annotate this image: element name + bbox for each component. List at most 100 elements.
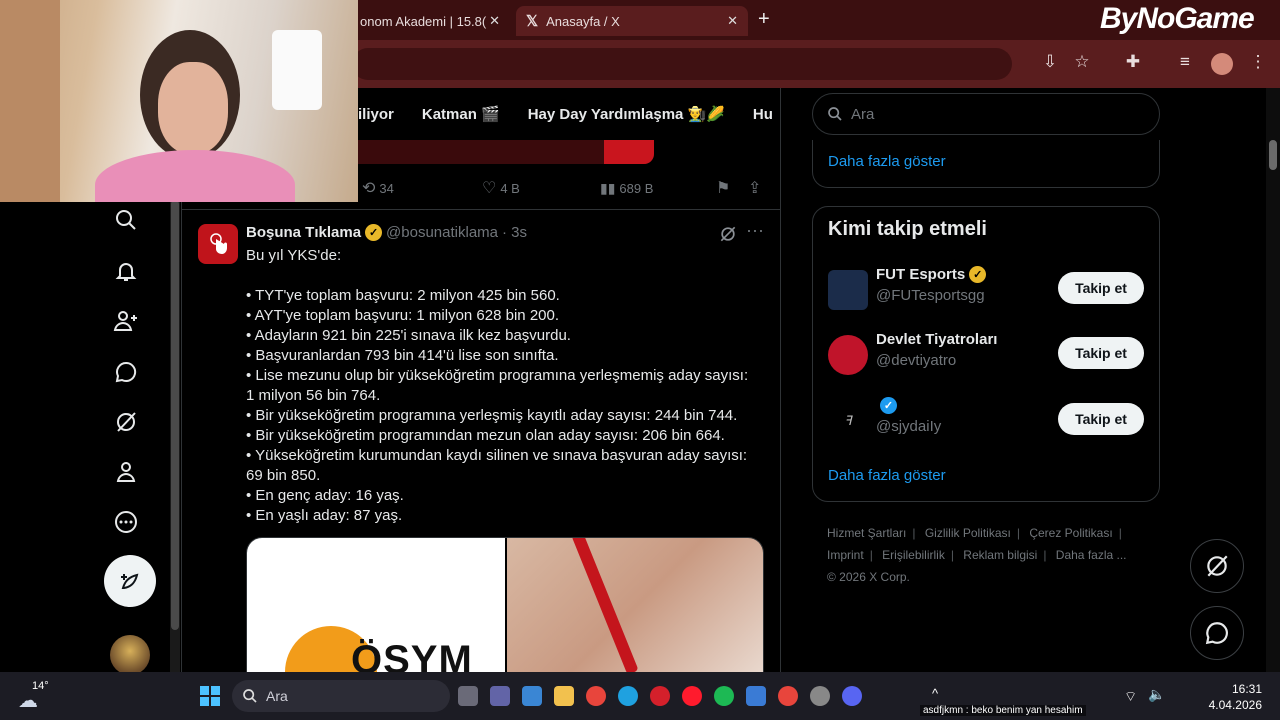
system-clock[interactable]: 16:31 4.04.2026: [1206, 681, 1262, 713]
bookmark-star-icon[interactable]: ☆: [1070, 52, 1094, 72]
more-options-icon[interactable]: [110, 506, 142, 538]
tweet-time[interactable]: · 3s: [502, 224, 527, 241]
extensions-icon[interactable]: ✚: [1121, 52, 1145, 72]
profile-avatar[interactable]: [1211, 53, 1233, 75]
suggestion-name: FUT Esports ✓: [876, 266, 987, 283]
app-icon[interactable]: [810, 686, 830, 706]
follow-people-icon[interactable]: [110, 305, 142, 337]
close-icon[interactable]: ✕: [489, 13, 500, 29]
media-player-icon[interactable]: [650, 686, 670, 706]
views-icon: ▮▮: [600, 179, 616, 196]
follow-button[interactable]: Takip et: [1058, 272, 1144, 304]
feed-scroll-thumb[interactable]: [171, 200, 179, 630]
footer-link[interactable]: Imprint: [827, 548, 864, 562]
trends-show-more-link[interactable]: Daha fazla göster: [828, 153, 946, 170]
devlet-tiyatrolari-avatar: [828, 335, 868, 375]
grok-fab-button[interactable]: [1190, 539, 1244, 593]
clock-date: 4.04.2026: [1208, 698, 1262, 712]
chrome-icon[interactable]: [586, 686, 606, 706]
weather-widget[interactable]: 14° ☁: [18, 680, 49, 711]
footer-link[interactable]: Reklam bilgisi: [963, 548, 1037, 562]
grok-explain-icon[interactable]: [718, 224, 738, 244]
teams-icon[interactable]: [490, 686, 510, 706]
page-scroll-thumb[interactable]: [1269, 140, 1277, 170]
follow-suggestion-fut[interactable]: FUT Esports ✓ @FUTesportsgg Takip et: [828, 266, 1146, 316]
media-control-icon[interactable]: ≡: [1173, 52, 1197, 72]
menu-kebab-icon[interactable]: ⋮: [1246, 52, 1270, 72]
taskbar-search[interactable]: Ara: [232, 680, 450, 712]
follow-suggestion-devlet[interactable]: Devlet Tiyatroları @devtiyatro Takip et: [828, 331, 1146, 381]
tab-akademi[interactable]: onom Akademi | 15.8( ✕: [350, 6, 510, 36]
osym-logo-image[interactable]: ÖSYM: [247, 538, 505, 677]
compose-feather-icon: [121, 573, 139, 589]
app-icon[interactable]: [746, 686, 766, 706]
messages-bubble-icon[interactable]: [110, 356, 142, 388]
follow-button[interactable]: Takip et: [1058, 337, 1144, 369]
explore-search-icon[interactable]: [110, 204, 142, 236]
chrome-active-icon[interactable]: [778, 686, 798, 706]
tab-katman[interactable]: Katman 🎬: [422, 105, 500, 123]
copyright: © 2026 X Corp.: [827, 570, 910, 584]
post-button[interactable]: [104, 555, 156, 607]
follow-suggestion-sjydaily[interactable]: ꟻ ✓ @sjydaiIy Takip et: [828, 397, 1146, 447]
tweet-line: • Lise mezunu olup bir yükseköğretim pro…: [246, 367, 749, 384]
exam-photo-image[interactable]: [507, 538, 763, 677]
tweet-header: Boşuna Tıklama ✓ @bosunatiklama · 3s: [246, 224, 527, 241]
file-explorer-icon[interactable]: [554, 686, 574, 706]
retweet-icon: ⟲: [362, 180, 376, 197]
tweet-author-avatar[interactable]: [198, 224, 238, 264]
footer-link[interactable]: Çerez Politikası: [1029, 526, 1112, 540]
divider: [780, 88, 781, 672]
share-icon[interactable]: ⇪: [748, 178, 761, 198]
wifi-icon[interactable]: ⌔: [1124, 688, 1140, 704]
opera-icon[interactable]: [682, 686, 702, 706]
search-placeholder: Ara: [851, 105, 875, 123]
page-scrollbar[interactable]: [1266, 88, 1280, 672]
volume-icon[interactable]: 🔈: [1148, 686, 1165, 703]
brand-overlay-logo: ByNoGame: [1100, 2, 1255, 35]
new-tab-button[interactable]: +: [758, 8, 770, 31]
task-view-icon[interactable]: [458, 686, 478, 706]
address-bar[interactable]: [352, 48, 1012, 80]
footer-link[interactable]: Hizmet Şartları: [827, 526, 906, 540]
tab-hay-day[interactable]: Hay Day Yardımlaşma 👨‍🌾🌽: [528, 105, 725, 123]
store-icon[interactable]: [522, 686, 542, 706]
notifications-bell-icon[interactable]: [110, 255, 142, 287]
tab-partial[interactable]: iliyor: [358, 106, 394, 123]
tweet-more-icon[interactable]: ···: [746, 220, 764, 241]
tweet-author-name[interactable]: Boşuna Tıklama: [246, 224, 361, 241]
tweet-line: [246, 266, 766, 286]
grok-icon[interactable]: [110, 406, 142, 438]
tweet-author-handle[interactable]: @bosunatiklama: [386, 224, 498, 241]
search-input[interactable]: Ara: [812, 93, 1160, 135]
footer-link[interactable]: Daha fazla ...: [1056, 548, 1127, 562]
suggestion-name-text: Devlet Tiyatroları: [876, 331, 998, 348]
follow-show-more-link[interactable]: Daha fazla göster: [828, 467, 946, 484]
webcam-overlay: [0, 0, 358, 202]
tab-x-home[interactable]: 𝕏 Anasayfa / X ✕: [516, 6, 748, 36]
chevron-up-icon[interactable]: ^: [932, 686, 938, 701]
retweet-button[interactable]: ⟲ 34: [362, 178, 394, 198]
close-icon[interactable]: ✕: [727, 13, 738, 29]
like-button[interactable]: ♡ 4 B: [482, 178, 520, 198]
who-to-follow-title: Kimi takip etmeli: [828, 218, 987, 240]
tweet-media[interactable]: ÖSYM: [246, 537, 764, 677]
install-app-icon[interactable]: ⇩: [1038, 52, 1062, 72]
views-count: 689 B: [619, 180, 654, 196]
footer-link[interactable]: Erişilebilirlik: [882, 548, 945, 562]
profile-icon[interactable]: [110, 456, 142, 488]
footer-link[interactable]: Gizlilik Politikası: [925, 526, 1011, 540]
account-avatar[interactable]: [110, 635, 150, 675]
streamer-face: [158, 62, 228, 154]
edge-icon[interactable]: [618, 686, 638, 706]
discord-icon[interactable]: [842, 686, 862, 706]
messages-fab-button[interactable]: [1190, 606, 1244, 660]
heart-icon: ♡: [482, 180, 497, 197]
follow-button[interactable]: Takip et: [1058, 403, 1144, 435]
tab-partial-right[interactable]: Hu: [753, 106, 773, 123]
windows-start-icon[interactable]: [200, 686, 220, 706]
wall-shirt: [272, 30, 322, 110]
bookmark-icon[interactable]: ⚑: [716, 178, 730, 198]
views-button[interactable]: ▮▮ 689 B: [600, 180, 653, 197]
spotify-icon[interactable]: [714, 686, 734, 706]
